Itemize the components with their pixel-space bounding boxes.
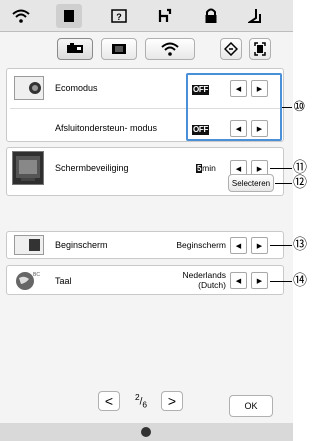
screensaver-value: 5min xyxy=(196,163,216,174)
help-icon[interactable]: ? xyxy=(106,4,132,28)
right-arrow-icon: ▶ xyxy=(256,277,263,285)
previous-page-button[interactable]: < xyxy=(98,391,120,411)
language-globe-icon: BC xyxy=(14,269,40,291)
eco-mode-decrease-button[interactable]: ◀ xyxy=(230,80,247,97)
ok-button[interactable]: OK xyxy=(229,395,273,417)
tab-network-settings[interactable] xyxy=(145,38,195,60)
left-arrow-icon: ◀ xyxy=(235,125,242,133)
eco-mode-label: Ecomodus xyxy=(55,83,98,93)
callout-12: ⑫ xyxy=(293,175,307,191)
callout-14: ⑭ xyxy=(293,273,307,289)
left-arrow-icon: ◀ xyxy=(235,242,242,250)
callout-leader-14 xyxy=(270,281,292,282)
screensaver-unit: min xyxy=(202,163,216,173)
settings-page-icon[interactable] xyxy=(56,4,82,28)
language-label: Taal xyxy=(55,276,72,286)
left-arrow-icon: ◀ xyxy=(235,277,242,285)
tab-embroidery-settings[interactable] xyxy=(101,38,137,60)
language-decrease-button[interactable]: ◀ xyxy=(230,272,247,289)
shutoff-support-label: Afsluitondersteun- modus xyxy=(55,123,158,133)
callout-13: ⑬ xyxy=(293,237,307,253)
home-screen-decrease-button[interactable]: ◀ xyxy=(230,237,247,254)
eco-mode-increase-button[interactable]: ▶ xyxy=(251,80,268,97)
left-arrow-icon: ◀ xyxy=(235,85,242,93)
callout-leader-12 xyxy=(275,183,292,184)
home-screen-increase-button[interactable]: ▶ xyxy=(251,237,268,254)
screensaver-thumbnail xyxy=(12,151,44,185)
screensaver-label: Schermbeveiliging xyxy=(55,163,129,173)
right-arrow-icon: ▶ xyxy=(256,242,263,250)
home-screen-label: Beginscherm xyxy=(55,240,108,250)
wifi-icon[interactable] xyxy=(8,4,34,28)
home-screen-value: Beginscherm xyxy=(176,240,226,250)
next-page-button[interactable]: > xyxy=(161,391,183,411)
callout-10: ⑩ xyxy=(293,99,306,115)
language-increase-button[interactable]: ▶ xyxy=(251,272,268,289)
screen-capture-icon[interactable] xyxy=(249,38,271,60)
language-value-native: (Dutch) xyxy=(198,280,226,290)
left-arrow-icon: ◀ xyxy=(235,165,242,173)
home-screen-thumbnail xyxy=(14,235,44,255)
right-arrow-icon: ▶ xyxy=(256,85,263,93)
language-value: Nederlands (Dutch) xyxy=(163,270,226,290)
eco-settings-icon[interactable] xyxy=(220,38,242,60)
home-icon[interactable] xyxy=(141,427,151,437)
svg-text:?: ? xyxy=(116,12,122,22)
tab-machine-settings[interactable] xyxy=(57,38,93,60)
page-total: 6 xyxy=(142,399,148,410)
shutoff-support-value: OFF xyxy=(192,125,210,135)
callout-leader-13 xyxy=(270,245,292,246)
language-value-name: Nederlands xyxy=(182,270,226,280)
screensaver-select-button[interactable]: Selecteren xyxy=(228,174,274,192)
shutoff-support-increase-button[interactable]: ▶ xyxy=(251,120,268,137)
svg-text:BC: BC xyxy=(33,272,40,278)
callout-leader-10 xyxy=(282,107,292,108)
callout-11: ⑪ xyxy=(293,160,307,176)
eco-mode-value: OFF xyxy=(192,85,210,95)
presser-foot-icon[interactable] xyxy=(242,4,268,28)
page-indicator: 2/6 xyxy=(134,392,148,410)
lock-icon[interactable] xyxy=(198,4,224,28)
page-current: 2 xyxy=(134,392,140,402)
right-arrow-icon: ▶ xyxy=(256,165,263,173)
settings-screen xyxy=(0,0,293,431)
thread-icon[interactable] xyxy=(152,4,178,28)
eco-mode-thumbnail xyxy=(14,76,44,100)
right-arrow-icon: ▶ xyxy=(256,125,263,133)
shutoff-support-decrease-button[interactable]: ◀ xyxy=(230,120,247,137)
callout-leader-11 xyxy=(270,168,292,169)
